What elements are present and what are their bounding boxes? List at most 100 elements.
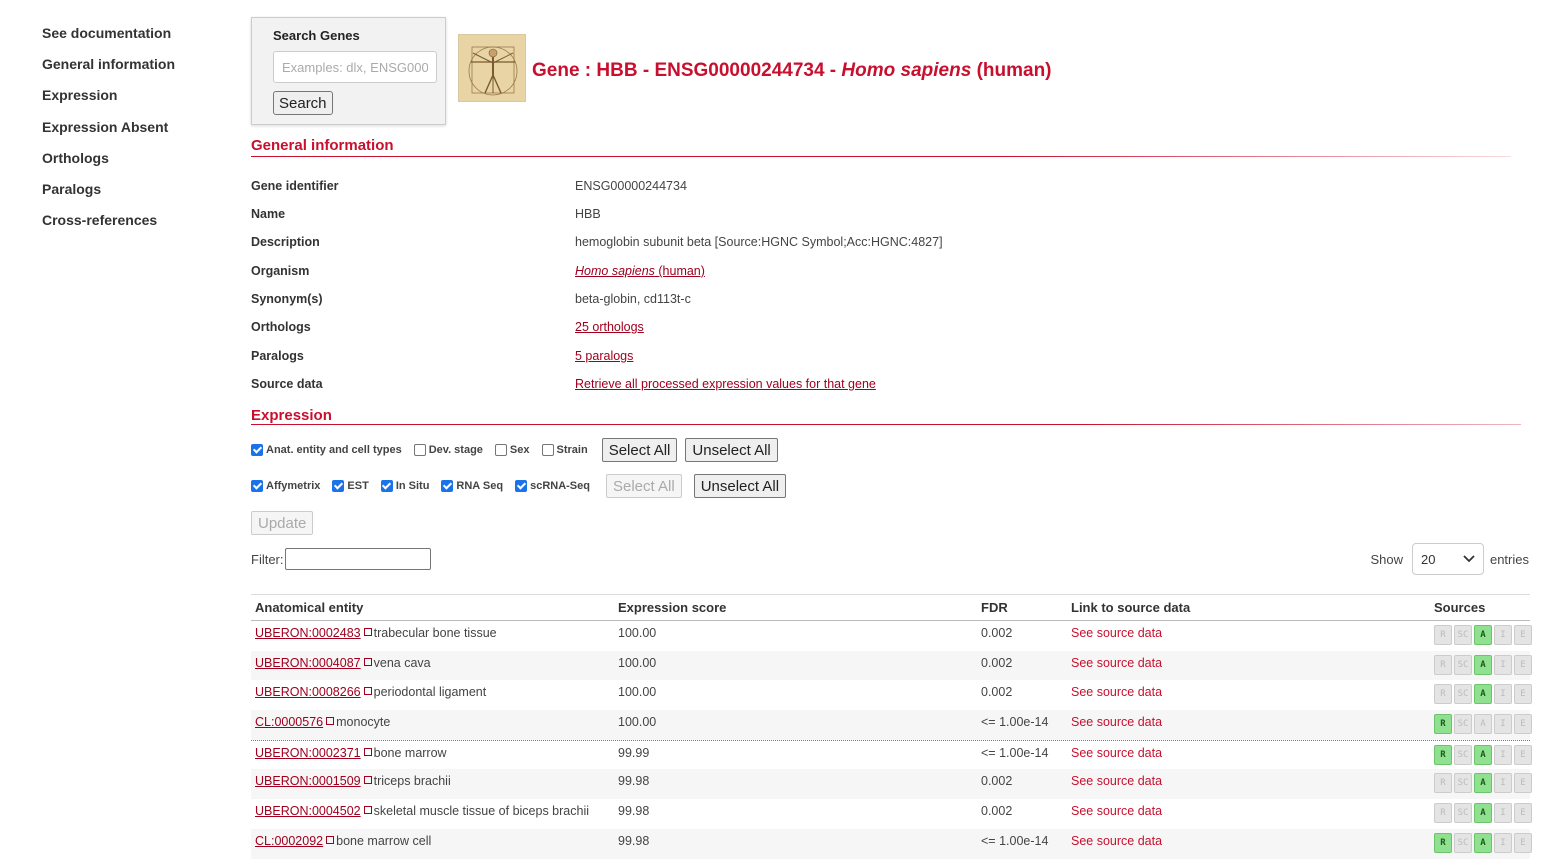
source-badge[interactable]: SC xyxy=(1454,714,1472,735)
source-badge[interactable]: R xyxy=(1434,803,1452,824)
checkbox-box[interactable] xyxy=(413,444,426,456)
source-badge[interactable]: E xyxy=(1514,684,1532,705)
checkbox-sex[interactable]: Sex xyxy=(494,444,530,456)
see-source-data-link[interactable]: See source data xyxy=(1071,685,1162,699)
anatomical-entity-id-link[interactable]: UBERON:0004502 xyxy=(255,804,361,818)
checkbox-box[interactable] xyxy=(441,480,454,492)
source-badge[interactable]: A xyxy=(1474,654,1492,675)
see-source-data-link[interactable]: See source data xyxy=(1071,774,1162,788)
external-link-icon[interactable] xyxy=(363,776,372,785)
source-badge[interactable]: R xyxy=(1434,832,1452,853)
source-badge[interactable]: R xyxy=(1434,684,1452,705)
source-badge[interactable]: I xyxy=(1494,773,1512,794)
source-badge[interactable]: E xyxy=(1514,832,1532,853)
conditions-unselect-all-button[interactable]: Unselect All xyxy=(685,438,778,462)
anatomical-entity-id-link[interactable]: UBERON:0002483 xyxy=(255,626,361,640)
source-badge[interactable]: SC xyxy=(1454,744,1472,765)
source-badge[interactable]: A xyxy=(1474,714,1492,735)
nav-orthologs[interactable]: Orthologs xyxy=(42,149,175,180)
checkbox-est[interactable]: EST xyxy=(332,480,369,492)
source-badge[interactable]: A xyxy=(1474,625,1492,645)
see-source-data-link[interactable]: See source data xyxy=(1071,715,1162,729)
checkbox-anat-entity[interactable]: Anat. entity and cell types xyxy=(251,444,402,456)
see-source-data-link[interactable]: See source data xyxy=(1071,656,1162,670)
external-link-icon[interactable] xyxy=(363,628,372,636)
external-link-icon[interactable] xyxy=(363,806,372,815)
anatomical-entity-id-link[interactable]: UBERON:0008266 xyxy=(255,685,361,699)
source-badge[interactable]: I xyxy=(1494,832,1512,853)
search-button[interactable]: Search xyxy=(273,91,333,115)
source-badge[interactable]: R xyxy=(1434,654,1452,675)
checkbox-box[interactable] xyxy=(251,480,263,492)
checkbox-in-situ[interactable]: In Situ xyxy=(380,480,429,492)
source-badge[interactable]: E xyxy=(1514,654,1532,675)
nav-paralogs[interactable]: Paralogs xyxy=(42,180,175,211)
source-badge[interactable]: E xyxy=(1514,744,1532,765)
anatomical-entity-id-link[interactable]: UBERON:0002371 xyxy=(255,746,361,760)
orthologs-link[interactable]: 25 orthologs xyxy=(575,320,644,334)
retrieve-expression-link[interactable]: Retrieve all processed expression values… xyxy=(575,377,876,391)
datatypes-unselect-all-button[interactable]: Unselect All xyxy=(693,474,787,498)
checkbox-affymetrix[interactable]: Affymetrix xyxy=(251,480,320,492)
source-badge[interactable]: R xyxy=(1434,714,1452,735)
species-image[interactable] xyxy=(458,34,526,102)
column-header-sources[interactable]: Sources xyxy=(1434,600,1485,615)
search-genes-input[interactable] xyxy=(273,51,437,83)
checkbox-scrna-seq[interactable]: scRNA-Seq xyxy=(515,480,590,492)
nav-cross-references[interactable]: Cross-references xyxy=(42,211,175,242)
source-badge[interactable]: SC xyxy=(1454,803,1472,824)
source-badge[interactable]: E xyxy=(1514,773,1532,794)
anatomical-entity-id-link[interactable]: UBERON:0001509 xyxy=(255,774,361,788)
source-badge[interactable]: SC xyxy=(1454,684,1472,705)
nav-expression-absent[interactable]: Expression Absent xyxy=(42,118,175,149)
source-badge[interactable]: A xyxy=(1474,832,1492,853)
source-badge[interactable]: I xyxy=(1494,625,1512,645)
nav-general-information[interactable]: General information xyxy=(42,55,175,86)
see-source-data-link[interactable]: See source data xyxy=(1071,834,1162,848)
source-badge[interactable]: R xyxy=(1434,773,1452,794)
anatomical-entity-id-link[interactable]: UBERON:0004087 xyxy=(255,656,361,670)
filter-input[interactable] xyxy=(284,548,431,570)
source-badge[interactable]: SC xyxy=(1454,654,1472,675)
column-header-expression-score[interactable]: Expression score xyxy=(618,600,726,615)
source-badge[interactable]: R xyxy=(1434,625,1452,645)
checkbox-box[interactable] xyxy=(380,480,393,492)
column-header-fdr[interactable]: FDR xyxy=(981,600,1008,615)
entries-per-page-select[interactable]: 20 xyxy=(1411,543,1484,575)
external-link-icon[interactable] xyxy=(363,687,372,696)
source-badge[interactable]: E xyxy=(1514,803,1532,824)
source-badge[interactable]: E xyxy=(1514,714,1532,735)
source-badge[interactable]: I xyxy=(1494,803,1512,824)
external-link-icon[interactable] xyxy=(363,657,372,666)
nav-expression[interactable]: Expression xyxy=(42,86,175,117)
paralogs-link[interactable]: 5 paralogs xyxy=(575,349,633,363)
column-header-source-link[interactable]: Link to source data xyxy=(1071,600,1190,615)
external-link-icon[interactable] xyxy=(326,717,335,726)
source-badge[interactable]: E xyxy=(1514,625,1532,645)
checkbox-box[interactable] xyxy=(251,444,263,456)
see-source-data-link[interactable]: See source data xyxy=(1071,626,1162,640)
checkbox-rna-seq[interactable]: RNA Seq xyxy=(441,480,503,492)
datatypes-select-all-button[interactable]: Select All xyxy=(605,474,682,498)
column-header-anatomical-entity[interactable]: Anatomical entity xyxy=(255,600,363,615)
source-badge[interactable]: A xyxy=(1474,744,1492,765)
organism-link[interactable]: Homo sapiens (human) xyxy=(575,264,705,278)
source-badge[interactable]: R xyxy=(1434,744,1452,765)
checkbox-box[interactable] xyxy=(541,444,554,456)
source-badge[interactable]: I xyxy=(1494,654,1512,675)
checkbox-strain[interactable]: Strain xyxy=(541,444,588,456)
source-badge[interactable]: A xyxy=(1474,684,1492,705)
source-badge[interactable]: A xyxy=(1474,773,1492,794)
conditions-select-all-button[interactable]: Select All xyxy=(601,438,678,462)
checkbox-dev-stage[interactable]: Dev. stage xyxy=(413,444,483,456)
checkbox-box[interactable] xyxy=(515,480,528,492)
source-badge[interactable]: SC xyxy=(1454,773,1472,794)
source-badge[interactable]: SC xyxy=(1454,832,1472,853)
external-link-icon[interactable] xyxy=(363,747,372,756)
nav-see-documentation[interactable]: See documentation xyxy=(42,24,175,55)
external-link-icon[interactable] xyxy=(326,835,335,844)
source-badge[interactable]: I xyxy=(1494,684,1512,705)
source-badge[interactable]: I xyxy=(1494,714,1512,735)
source-badge[interactable]: I xyxy=(1494,744,1512,765)
anatomical-entity-id-link[interactable]: CL:0002092 xyxy=(255,834,323,848)
